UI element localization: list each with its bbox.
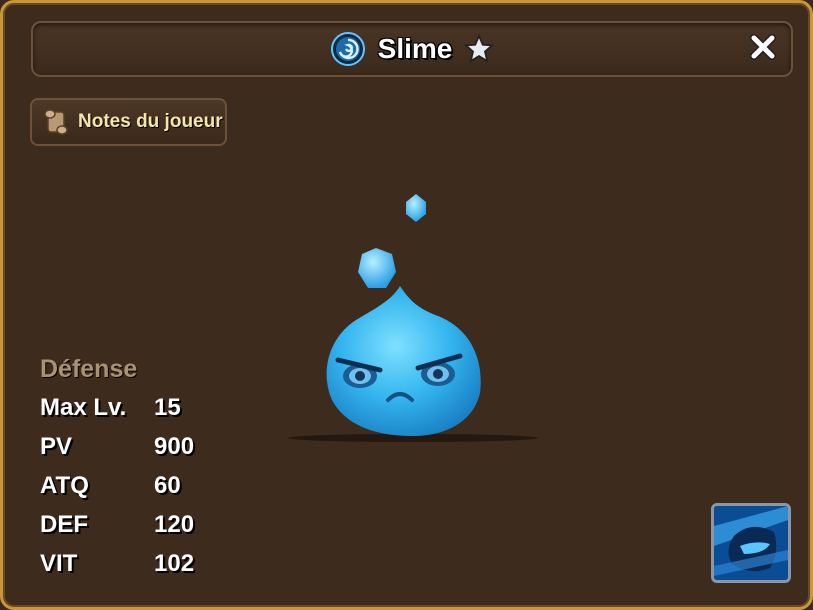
stat-label: ATQ [40, 471, 89, 499]
skill-icon [714, 506, 788, 580]
close-icon [750, 34, 776, 60]
stat-row-speed: VIT 102 [40, 544, 194, 583]
stat-row-attack: ATQ 60 [40, 466, 194, 505]
stat-value: 102 [154, 549, 195, 577]
stat-value: 120 [154, 510, 195, 538]
stat-row-defense: DEF 120 [40, 505, 194, 544]
stat-value: 15 [154, 393, 181, 421]
stat-label: PV [40, 432, 73, 460]
monster-stats: Défense Max Lv. 15 PV 900 ATQ 60 DEF 120… [40, 355, 194, 583]
stat-label: VIT [40, 549, 78, 577]
player-notes-label: Notes du joueur [78, 111, 223, 132]
player-notes-button[interactable]: Notes du joueur [30, 98, 227, 146]
skill-button[interactable] [711, 503, 791, 583]
monster-info-panel: Slime Notes du joueur Défense Max Lv. 15… [0, 0, 813, 610]
stat-label: Max Lv. [40, 393, 127, 421]
water-swirl-icon [330, 32, 365, 66]
title-group: Slime [33, 23, 791, 75]
close-button[interactable] [745, 29, 781, 65]
stat-row-max-level: Max Lv. 15 [40, 388, 194, 427]
stat-row-hp: PV 900 [40, 427, 194, 466]
slime-monster-image [288, 194, 538, 442]
stat-value: 900 [154, 432, 195, 460]
star-icon [464, 34, 495, 63]
scroll-icon [44, 109, 68, 135]
title-bar: Slime [31, 21, 793, 77]
monster-name: Slime [377, 33, 453, 64]
stat-label: DEF [40, 510, 88, 538]
stat-value: 60 [154, 471, 181, 499]
monster-type: Défense [40, 355, 138, 383]
